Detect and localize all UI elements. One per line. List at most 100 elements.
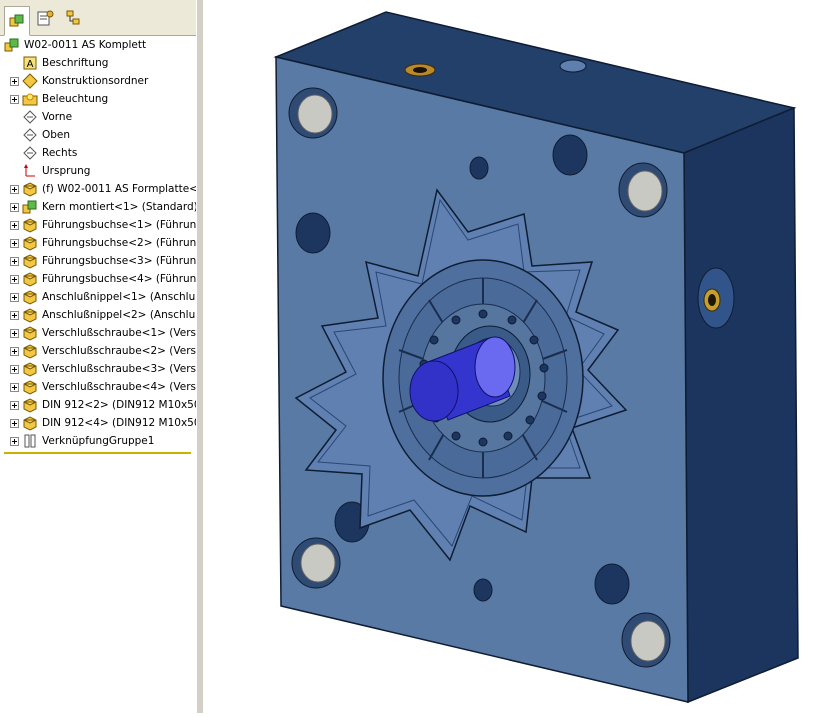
expand-toggle-icon[interactable] (10, 365, 19, 374)
origin-icon (22, 163, 38, 179)
plane-icon (22, 127, 38, 143)
side-port-fitting (697, 267, 735, 329)
tree-item[interactable]: Verschlußschraube<3> (Versc (0, 360, 196, 378)
expand-toggle-icon[interactable] (10, 383, 19, 392)
tree-item[interactable]: Führungsbuchse<3> (Führung (0, 252, 196, 270)
guide-bushing-4 (621, 612, 671, 668)
part-icon (22, 397, 38, 413)
tree-item-label: Führungsbuchse<3> (Führung (42, 255, 197, 267)
tree-item[interactable]: Vorne (0, 108, 196, 126)
part-icon (22, 307, 38, 323)
guide-bushing-1 (288, 87, 338, 139)
expand-toggle-icon[interactable] (10, 419, 19, 428)
tree-item-label: Verschlußschraube<1> (Versc (42, 327, 197, 339)
model-view (273, 11, 799, 704)
expand-toggle-icon[interactable] (10, 203, 19, 212)
tree-item[interactable]: Oben (0, 126, 196, 144)
expand-toggle-icon[interactable] (10, 239, 19, 248)
tree-item-label: Anschlußnippel<2> (Anschlußn (42, 309, 197, 321)
tree-item-label: Führungsbuchse<1> (Führung (42, 219, 197, 231)
guide-bushing-3 (291, 537, 341, 589)
expand-toggle-icon[interactable] (10, 275, 19, 284)
part-icon (22, 253, 38, 269)
tree-item[interactable]: Kern montiert<1> (Standard) (0, 198, 196, 216)
expand-toggle-icon[interactable] (10, 95, 19, 104)
part-icon (22, 289, 38, 305)
tree-item[interactable]: Führungsbuchse<4> (Führung (0, 270, 196, 288)
part-icon (22, 361, 38, 377)
expand-toggle-icon[interactable] (10, 257, 19, 266)
expand-toggle-icon[interactable] (10, 347, 19, 356)
expand-toggle-icon[interactable] (10, 221, 19, 230)
tree-item-label: Oben (42, 129, 71, 141)
part-icon (22, 415, 38, 431)
feature-manager-icon (9, 14, 24, 27)
tree-item-label: Verschlußschraube<4> (Versc (42, 381, 197, 393)
tree-item[interactable]: A Beschriftung (0, 54, 196, 72)
plane-icon (22, 145, 38, 161)
expand-toggle-icon[interactable] (10, 401, 19, 410)
tree-item-label: Verschlußschraube<2> (Versc (42, 345, 197, 357)
top-port-hole (559, 59, 587, 73)
subassembly-icon (22, 199, 38, 215)
tree-end-marker (4, 452, 191, 454)
expand-toggle-icon[interactable] (10, 77, 19, 86)
tree-item-label: Vorne (42, 111, 73, 123)
expand-toggle-icon[interactable] (10, 185, 19, 194)
tree-item-label: Führungsbuchse<2> (Führung (42, 237, 197, 249)
tree-item[interactable]: Ursprung (0, 162, 196, 180)
pin-hole-bottom (473, 578, 493, 602)
tree-item-label: (f) W02-0011 AS Formplatte< (42, 183, 197, 195)
bolt-hole-2 (295, 212, 331, 254)
plate-side-face (683, 106, 799, 704)
pin-hole-top (469, 156, 489, 180)
tree-item-label: DIN 912<4> (DIN912 M10x50 (42, 417, 197, 429)
tree-item[interactable]: Konstruktionsordner (0, 72, 196, 90)
tree-item[interactable]: Verschlußschraube<1> (Versc (0, 324, 196, 342)
tree-item-label: Führungsbuchse<4> (Führung (42, 273, 197, 285)
part-icon (22, 343, 38, 359)
tree-item[interactable]: Verschlußschraube<4> (Versc (0, 378, 196, 396)
expand-toggle-icon[interactable] (10, 293, 19, 302)
tree-item-label: Konstruktionsordner (42, 75, 149, 87)
tree-item[interactable]: Führungsbuchse<2> (Führung (0, 234, 196, 252)
tree-item-label: DIN 912<2> (DIN912 M10x50 (42, 399, 197, 411)
part-icon (22, 235, 38, 251)
tree-item[interactable]: W02-0011 AS Komplett (0, 36, 196, 54)
lighting-icon (22, 91, 38, 107)
expand-toggle-icon[interactable] (10, 437, 19, 446)
tab-configuration-manager[interactable] (61, 6, 85, 30)
tree-item-label: VerknüpfungGruppe1 (42, 435, 155, 447)
tree-item[interactable]: Verschlußschraube<2> (Versc (0, 342, 196, 360)
tree-item-label: W02-0011 AS Komplett (24, 39, 147, 51)
annotations-icon: A (22, 55, 38, 71)
feature-manager-panel: W02-0011 AS Komplett A Beschriftung Konstru… (0, 0, 197, 713)
expand-toggle-icon[interactable] (10, 311, 19, 320)
tree-item[interactable]: (f) W02-0011 AS Formplatte< (0, 180, 196, 198)
tab-feature-manager[interactable] (4, 6, 30, 36)
tree-item-label: Verschlußschraube<3> (Versc (42, 363, 197, 375)
tree-item-label: Rechts (42, 147, 78, 159)
panel-tab-bar (0, 0, 196, 36)
tree-item[interactable]: VerknüpfungGruppe1 (0, 432, 196, 450)
property-manager-icon (37, 10, 54, 26)
tree-item[interactable]: DIN 912<2> (DIN912 M10x50 (0, 396, 196, 414)
svg-text:A: A (27, 59, 34, 70)
assembly-icon (4, 37, 20, 53)
tree-item[interactable]: Anschlußnippel<1> (Anschlußn (0, 288, 196, 306)
bolt-hole-4 (594, 563, 630, 605)
tree-item[interactable]: DIN 912<4> (DIN912 M10x50 (0, 414, 196, 432)
configuration-manager-icon (66, 10, 80, 25)
tree-item-label: Ursprung (42, 165, 91, 177)
tree-item[interactable]: Beleuchtung (0, 90, 196, 108)
top-port-fitting (404, 63, 436, 77)
expand-toggle-icon[interactable] (10, 329, 19, 338)
tree-item[interactable]: Anschlußnippel<2> (Anschlußn (0, 306, 196, 324)
plane-icon (22, 109, 38, 125)
tab-property-manager[interactable] (33, 6, 57, 30)
tree-item[interactable]: Führungsbuchse<1> (Führung (0, 216, 196, 234)
tree-item-label: Anschlußnippel<1> (Anschlußn (42, 291, 197, 303)
part-icon (22, 379, 38, 395)
tree-item[interactable]: Rechts (0, 144, 196, 162)
graphics-viewport[interactable] (203, 0, 821, 713)
